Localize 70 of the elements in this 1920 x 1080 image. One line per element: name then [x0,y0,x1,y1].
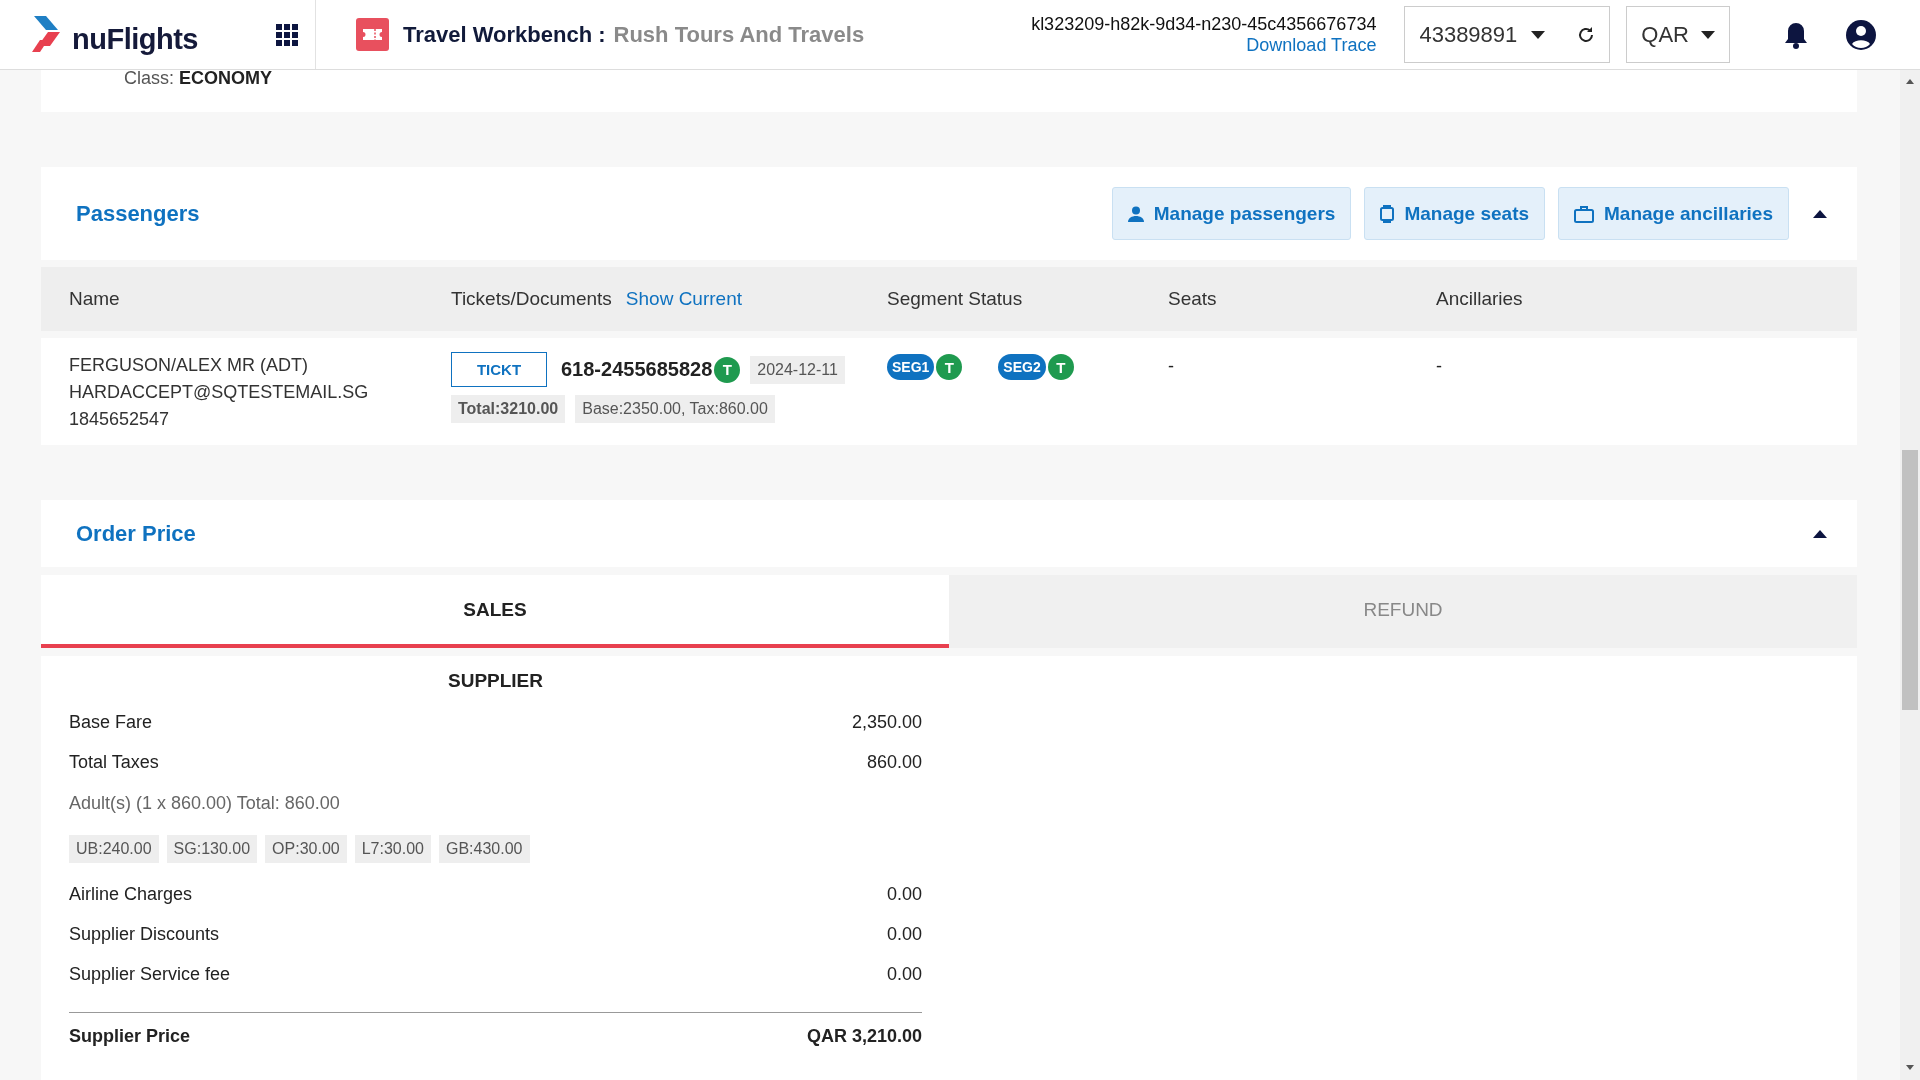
passenger-detail: 1845652547 [69,408,171,431]
tax-chip: SG:130.00 [166,835,258,863]
status-badge: T [936,354,963,380]
tax-chip: UB:240.00 [69,835,159,863]
person-icon [1127,205,1144,222]
apps-grid-icon[interactable] [276,23,298,46]
price-value: 2,350.00 [851,711,922,733]
collapse-button[interactable] [1813,529,1827,538]
caret-icon [1531,30,1546,39]
price-value: QAR 3,210.00 [806,1026,922,1047]
price-label: Supplier Price [69,1026,191,1047]
user-account-icon[interactable] [1846,19,1876,50]
logo-text: nuFlights [72,23,198,56]
manage-button[interactable]: Manage passengers [1111,187,1352,240]
account-dropdown[interactable]: 43389891 [1404,6,1611,63]
ticket-number: 618-2455685828 [561,358,713,381]
caret-icon [1701,30,1715,39]
ticket-total: Total:3210.00 [451,395,566,423]
ticket-type-tag: TICKT [451,352,547,387]
ticket-date: 2024-12-11 [750,355,845,384]
collapse-caret-icon [1813,209,1827,218]
price-value: 0.00 [886,923,922,945]
price-label: Airline Charges [69,883,193,905]
price-label: Supplier Service fee [69,963,231,985]
tax-chip: GB:430.00 [439,835,530,863]
column-header: Ancillaries [1436,288,1523,310]
briefcase-icon [1574,204,1595,223]
download-trace-link[interactable]: Download Trace [1246,34,1377,56]
price-value: 0.00 [886,963,922,985]
column-header: Name [69,288,120,310]
notifications-icon[interactable] [1784,20,1808,49]
price-value: 860.00 [866,751,922,773]
price-label: Base Fare [69,711,153,733]
passenger-detail: HARDACCEPT@SQTESTEMAIL.SG [69,381,370,404]
column-header: Seats [1168,288,1217,310]
collapse-button[interactable] [1813,209,1827,218]
app-title: Travel Workbench : [403,21,606,48]
price-value: 0.00 [886,883,922,905]
passenger-detail: FERGUSON/ALEX MR (ADT) [69,354,310,377]
price-tab[interactable]: REFUND [949,575,1857,648]
collapse-caret-icon [1813,529,1827,538]
scrollbar[interactable] [1900,70,1920,1080]
column-header: Segment Status [887,288,1023,310]
trace-id: kl323209-h82k-9d34-n230-45c4356676734 [1031,13,1377,35]
price-label: Total Taxes [69,751,159,773]
section-title: Passengers [76,200,200,227]
agency-name: Rush Tours And Travels [613,21,865,48]
manage-button[interactable]: Manage ancillaries [1558,187,1789,240]
status-badge: T [714,356,741,383]
status-badge: T [1047,354,1074,380]
ancillaries-value: - [1436,355,1443,377]
segment-badge: SEG1 [887,354,935,380]
seat-icon [1380,204,1395,223]
seats-value: - [1168,355,1175,377]
price-tab[interactable]: SALES [41,575,949,648]
refresh-icon [1577,25,1596,44]
currency-dropdown[interactable]: QAR [1626,6,1730,63]
supplier-heading: SUPPLIER [447,670,544,692]
ticket-breakdown: Base:2350.00, Tax:860.00 [575,395,775,423]
column-header: Tickets/Documents [451,288,612,310]
section-title: Order Price [76,520,196,547]
class-info: Class: ECONOMY [124,73,273,83]
tax-chip: OP:30.00 [265,835,347,863]
tax-chip: L7:30.00 [354,835,431,863]
manage-button[interactable]: Manage seats [1364,187,1546,240]
show-current-link[interactable]: Show Current [625,288,742,310]
tax-summary: Adult(s) (1 x 860.00) Total: 860.00 [69,792,340,814]
ticket-icon [356,18,389,51]
segment-badge: SEG2 [998,354,1046,380]
price-label: Supplier Discounts [69,923,220,945]
